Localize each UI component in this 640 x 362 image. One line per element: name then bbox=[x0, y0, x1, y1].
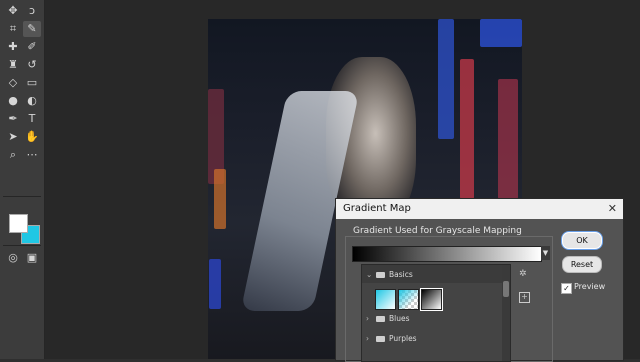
neon-sign-far-right bbox=[498, 79, 518, 199]
dodge-tool-icon[interactable]: ◐ bbox=[23, 93, 41, 109]
clone-stamp-icon[interactable]: ♜ bbox=[4, 57, 22, 73]
reset-button[interactable]: Reset bbox=[562, 256, 602, 273]
chevron-down-icon[interactable]: ▼ bbox=[541, 246, 550, 260]
neon-sign-right-blue bbox=[438, 19, 454, 139]
chevron-right-icon[interactable]: › bbox=[366, 311, 374, 327]
gradient-picker-popup: ⌄ Basics › Blues › Purples bbox=[361, 264, 511, 362]
neon-sign-right-red bbox=[460, 59, 474, 199]
chevron-down-icon[interactable]: ⌄ bbox=[366, 267, 374, 283]
foreground-color-swatch[interactable] bbox=[9, 214, 28, 233]
blur-tool-icon[interactable]: ● bbox=[4, 93, 22, 109]
move-tool-icon[interactable]: ✥ bbox=[4, 3, 22, 19]
gear-icon[interactable]: ✲ bbox=[519, 269, 527, 279]
type-tool-icon[interactable]: T bbox=[23, 111, 41, 127]
hand-tool-icon[interactable]: ✋ bbox=[23, 129, 41, 145]
toolbar-separator bbox=[3, 245, 41, 246]
folder-icon bbox=[376, 272, 385, 278]
screen-mode-icon[interactable]: ▣ bbox=[23, 250, 41, 266]
path-selection-icon[interactable]: ➤ bbox=[4, 129, 22, 145]
chevron-right-icon[interactable]: › bbox=[366, 331, 374, 347]
dialog-title: Gradient Map bbox=[336, 199, 623, 219]
neon-sign-orange bbox=[214, 169, 226, 229]
preset-folder-purples[interactable]: › Purples bbox=[366, 331, 417, 347]
eraser-tool-icon[interactable]: ◇ bbox=[4, 75, 22, 91]
scrollbar-thumb[interactable] bbox=[503, 281, 509, 297]
preset-folder-label: Purples bbox=[389, 334, 417, 343]
gradient-preview-bar[interactable] bbox=[352, 246, 542, 262]
history-brush-icon[interactable]: ↺ bbox=[23, 57, 41, 73]
neon-sign-top-right bbox=[480, 19, 522, 47]
preset-folder-label: Blues bbox=[389, 314, 410, 323]
tools-panel: ✥ ↄ ⌗ ✎ ✚ ✐ ♜ ↺ ◇ ▭ ● ◐ ✒ T ➤ ✋ ⌕ ⋯ ◎ ▣ bbox=[0, 0, 45, 359]
close-icon[interactable]: ✕ bbox=[608, 199, 617, 219]
healing-brush-icon[interactable]: ✚ bbox=[4, 39, 22, 55]
gradient-map-dialog: Gradient Map ✕ Gradient Used for Graysca… bbox=[335, 198, 624, 362]
lasso-tool-icon[interactable]: ↄ bbox=[23, 3, 41, 19]
gradient-swatch-foreground-to-transparent[interactable] bbox=[398, 289, 419, 310]
crop-tool-icon[interactable]: ⌗ bbox=[4, 21, 22, 37]
gradient-swatch-black-white[interactable] bbox=[421, 289, 442, 310]
gradient-section-label: Gradient Used for Grayscale Mapping bbox=[353, 226, 522, 236]
toolbar-separator bbox=[3, 196, 41, 197]
preset-folder-blues[interactable]: › Blues bbox=[366, 311, 410, 327]
folder-icon bbox=[376, 336, 385, 342]
brush-tool-icon[interactable]: ✐ bbox=[23, 39, 41, 55]
edit-toolbar-icon[interactable]: ⋯ bbox=[23, 147, 41, 163]
preset-folder-basics[interactable]: ⌄ Basics bbox=[366, 267, 413, 283]
neon-sign-blue bbox=[209, 259, 221, 309]
quick-mask-icon[interactable]: ◎ bbox=[4, 250, 22, 266]
preview-checkbox[interactable]: ✓ bbox=[561, 283, 572, 294]
pen-tool-icon[interactable]: ✒ bbox=[4, 111, 22, 127]
eyedropper-tool-icon[interactable]: ✎ bbox=[23, 21, 41, 37]
preview-label: Preview bbox=[574, 282, 606, 291]
zoom-tool-icon[interactable]: ⌕ bbox=[4, 147, 22, 163]
folder-icon bbox=[376, 316, 385, 322]
gradient-swatch-foreground-to-background[interactable] bbox=[375, 289, 396, 310]
ok-button[interactable]: OK bbox=[562, 232, 602, 249]
new-gradient-icon[interactable]: + bbox=[519, 292, 530, 303]
gradient-tool-icon[interactable]: ▭ bbox=[23, 75, 41, 91]
picker-scrollbar[interactable] bbox=[502, 265, 510, 361]
preset-folder-label: Basics bbox=[389, 270, 413, 279]
